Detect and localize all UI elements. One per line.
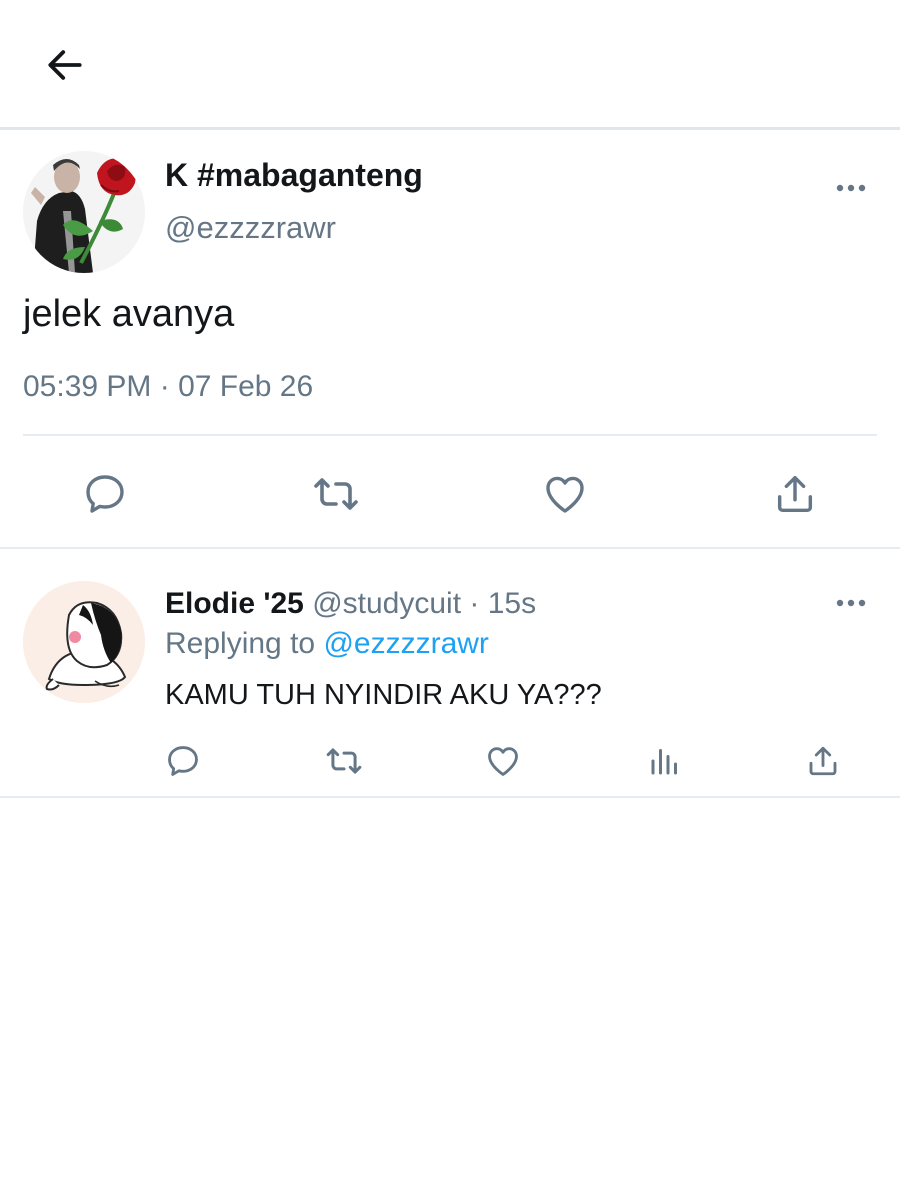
like-icon bbox=[488, 747, 518, 776]
divider bbox=[23, 434, 877, 436]
share-icon bbox=[777, 475, 813, 513]
share-icon bbox=[809, 746, 837, 776]
author-handle[interactable]: @ezzzzrawr bbox=[165, 210, 336, 246]
share-button[interactable] bbox=[802, 740, 844, 782]
tweet-actions bbox=[0, 463, 900, 523]
arrow-left-icon bbox=[48, 50, 82, 80]
analytics-button[interactable] bbox=[644, 740, 686, 782]
retweet-button[interactable] bbox=[308, 467, 364, 521]
tweet-text: jelek avanya bbox=[23, 293, 235, 335]
reply-button[interactable] bbox=[78, 467, 132, 521]
back-button[interactable] bbox=[40, 40, 90, 90]
share-button[interactable] bbox=[768, 467, 822, 521]
separator-dot: · bbox=[469, 587, 480, 620]
reply-button[interactable] bbox=[162, 740, 204, 782]
like-button[interactable] bbox=[538, 467, 592, 521]
more-options-button[interactable] bbox=[832, 588, 870, 618]
reply-icon bbox=[86, 475, 124, 513]
reply-header: Elodie '25 @studycuit · 15s bbox=[165, 587, 536, 621]
more-horizontal-icon bbox=[836, 599, 866, 607]
avatar[interactable] bbox=[23, 151, 145, 273]
top-bar bbox=[0, 0, 900, 130]
author-name[interactable]: K #mabaganteng bbox=[165, 157, 423, 194]
replying-to-mention[interactable]: @ezzzzrawr bbox=[323, 627, 488, 660]
reply-author-handle[interactable]: @studycuit bbox=[312, 587, 461, 620]
avatar[interactable] bbox=[23, 581, 145, 703]
like-icon bbox=[546, 476, 584, 513]
main-tweet: K #mabaganteng @ezzzzrawr jelek avanya 0… bbox=[0, 133, 900, 549]
retweet-icon bbox=[314, 478, 358, 510]
reply-icon bbox=[168, 746, 198, 776]
more-horizontal-icon bbox=[836, 184, 866, 192]
like-button[interactable] bbox=[482, 740, 524, 782]
more-options-button[interactable] bbox=[832, 173, 870, 203]
avatar-image bbox=[23, 151, 145, 273]
reply-actions bbox=[0, 736, 900, 786]
reply-author-name[interactable]: Elodie '25 bbox=[165, 587, 304, 620]
replying-to: Replying to @ezzzzrawr bbox=[165, 627, 489, 661]
reply-tweet[interactable]: Elodie '25 @studycuit · 15s Replying to … bbox=[0, 551, 900, 798]
tweet-timestamp[interactable]: 05:39 PM · 07 Feb 26 bbox=[23, 370, 313, 404]
reply-age[interactable]: 15s bbox=[488, 587, 536, 620]
retweet-icon bbox=[326, 748, 362, 774]
replying-to-label: Replying to bbox=[165, 627, 316, 660]
avatar-image bbox=[23, 581, 145, 703]
analytics-icon bbox=[651, 749, 677, 775]
retweet-button[interactable] bbox=[322, 740, 366, 782]
reply-text: KAMU TUH NYINDIR AKU YA??? bbox=[165, 679, 602, 711]
